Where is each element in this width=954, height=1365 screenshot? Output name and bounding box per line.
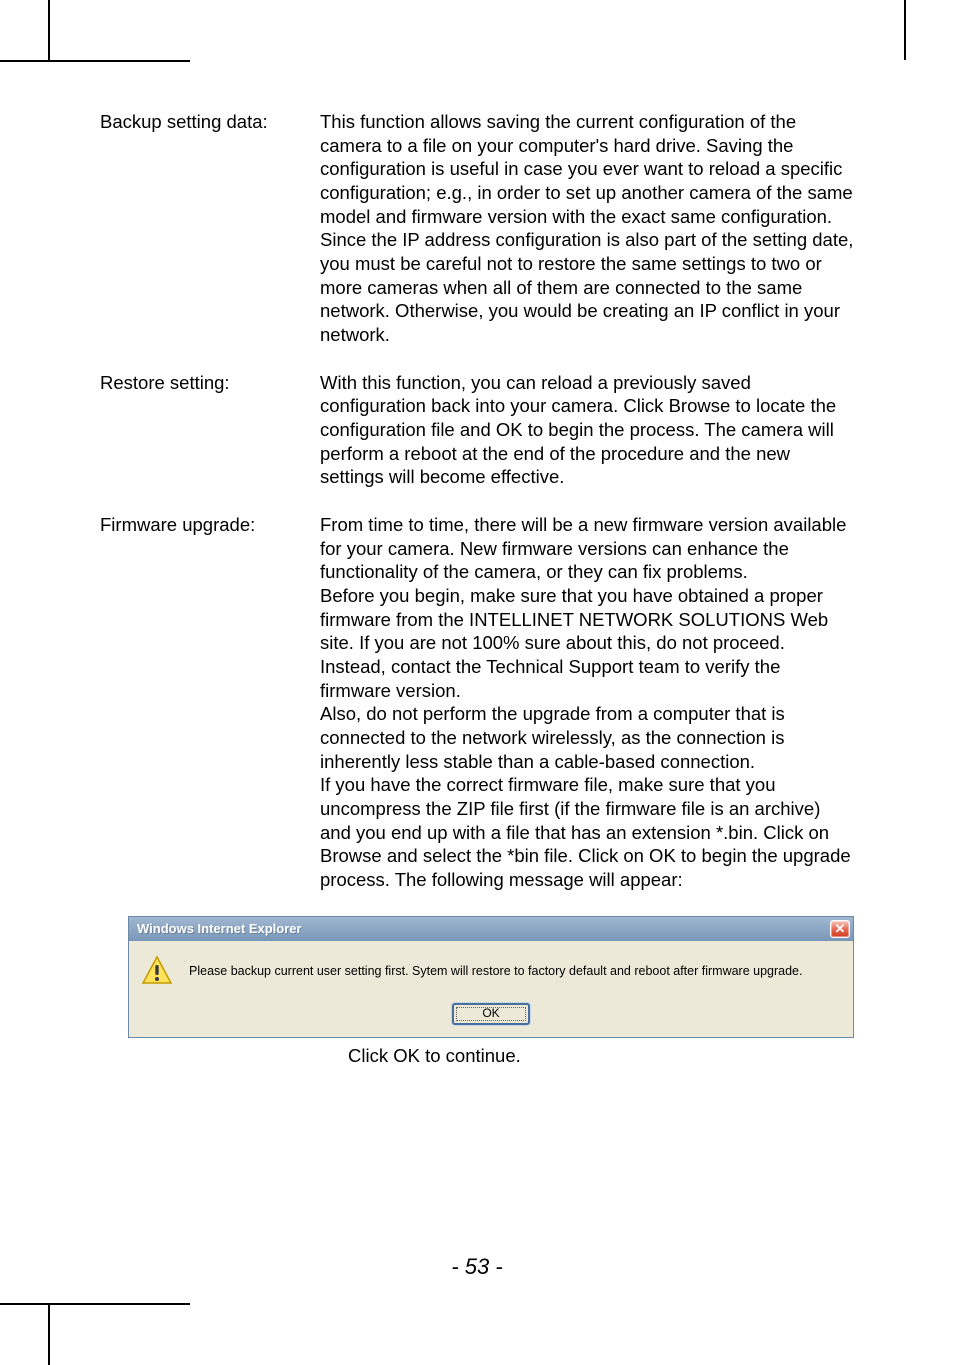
after-dialog-text: Click OK to continue.: [348, 1044, 854, 1068]
crop-mark: [0, 1303, 190, 1305]
dialog-titlebar: Windows Internet Explorer ✕: [129, 917, 853, 941]
paragraph: From time to time, there will be a new f…: [320, 513, 854, 584]
dialog-title: Windows Internet Explorer: [137, 921, 302, 938]
dialog-message: Please backup current user setting first…: [189, 963, 802, 979]
warning-icon: [141, 955, 173, 987]
section-text: This function allows saving the current …: [320, 110, 854, 347]
section-firmware: Firmware upgrade: From time to time, the…: [100, 513, 854, 892]
crop-mark: [48, 1305, 50, 1365]
close-glyph: ✕: [835, 921, 846, 938]
paragraph: This function allows saving the current …: [320, 110, 854, 347]
section-backup: Backup setting data: This function allow…: [100, 110, 854, 347]
section-text: From time to time, there will be a new f…: [320, 513, 854, 892]
section-restore: Restore setting: With this function, you…: [100, 371, 854, 489]
ok-button[interactable]: OK: [452, 1003, 530, 1025]
section-label: Backup setting data:: [100, 110, 320, 347]
paragraph: With this function, you can reload a pre…: [320, 371, 854, 489]
page-content: Backup setting data: This function allow…: [100, 110, 854, 1285]
page-number: - 53 -: [100, 1253, 854, 1281]
paragraph: Also, do not perform the upgrade from a …: [320, 702, 854, 773]
crop-mark: [904, 0, 906, 60]
paragraph: If you have the correct firmware file, m…: [320, 773, 854, 891]
section-text: With this function, you can reload a pre…: [320, 371, 854, 489]
paragraph: Before you begin, make sure that you hav…: [320, 584, 854, 702]
close-icon[interactable]: ✕: [830, 920, 850, 938]
alert-dialog: Windows Internet Explorer ✕ Please backu…: [128, 916, 854, 1038]
ok-button-label: OK: [482, 1006, 499, 1021]
dialog-body: Please backup current user setting first…: [129, 941, 853, 1037]
section-label: Restore setting:: [100, 371, 320, 489]
section-label: Firmware upgrade:: [100, 513, 320, 892]
crop-mark: [48, 0, 50, 60]
crop-mark: [0, 60, 190, 62]
